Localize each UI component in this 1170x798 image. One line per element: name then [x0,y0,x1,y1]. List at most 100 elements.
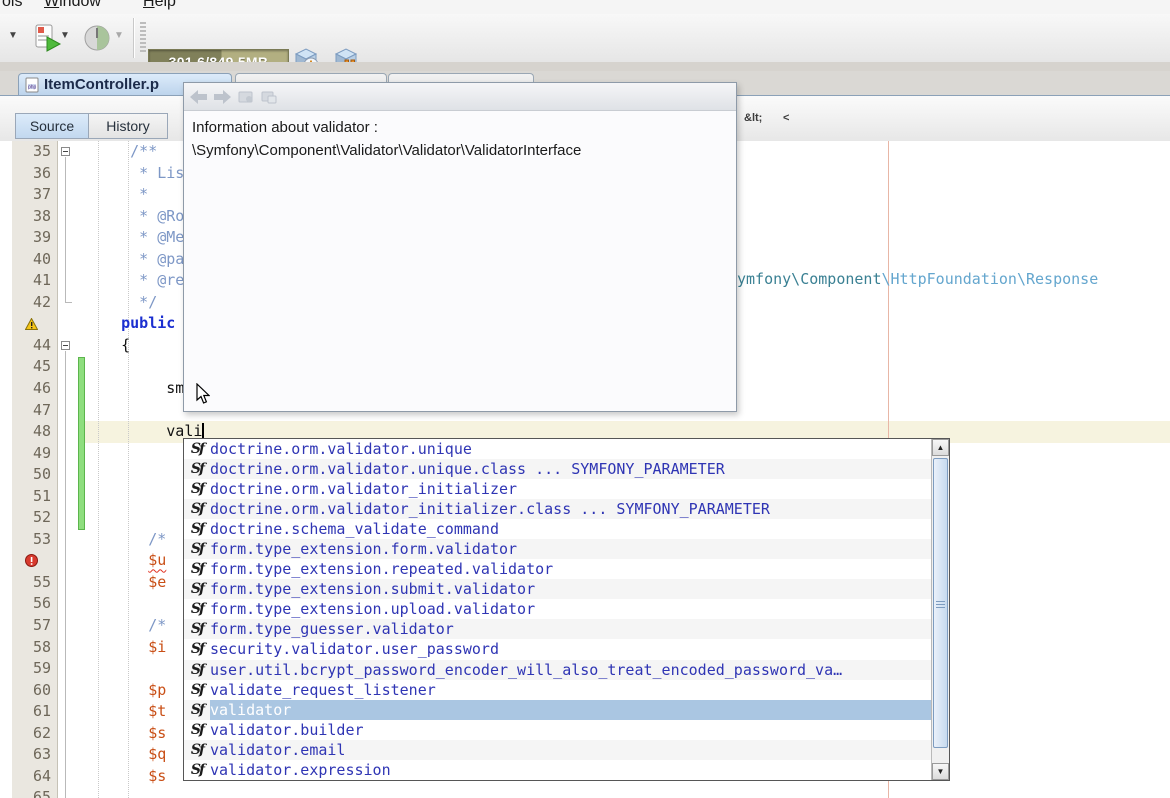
completion-item[interactable]: Sf doctrine.schema_validate_command [184,519,932,539]
external-browser-icon[interactable] [261,90,277,104]
line-number[interactable]: 37 [12,184,57,206]
completion-item[interactable]: Sf form.type_extension.form.validator [184,539,932,560]
line-number[interactable]: 39 [12,227,57,249]
completion-item-label: form.type_extension.submit.validator [210,580,536,599]
line-number[interactable]: 40 [12,249,57,271]
completion-item-label: form.type_extension.form.validator [210,540,518,559]
completion-item-label: validator [210,699,932,720]
line-number[interactable]: 65 [12,787,57,798]
line-number[interactable]: 62 [12,723,57,745]
symfony-icon: Sf [190,681,205,698]
completion-item[interactable]: Sf security.validator.user_password [184,639,932,659]
completion-scrollbar[interactable]: ▲ ▼ [931,439,949,780]
completion-item[interactable]: Sf doctrine.orm.validator.unique.class ..… [184,459,932,480]
completion-item[interactable]: Sf user.util.bcrypt_password_encoder_will… [184,659,932,680]
menu-item-help[interactable]: Help [143,0,176,11]
back-icon[interactable] [190,89,207,104]
line-number[interactable]: 46 [12,378,57,400]
source-button[interactable]: Source [15,113,89,139]
main-toolbar: ▼ ▼ ▼ 301.6/849.5MB [0,14,1170,74]
line-number[interactable]: 44 [12,335,57,357]
line-number[interactable]: 56 [12,593,57,615]
completion-item-label: doctrine.schema_validate_command [210,520,499,539]
lt-button[interactable]: < [783,112,789,124]
fold-toggle[interactable] [61,341,70,350]
fold-end-tick [65,302,72,303]
line-number[interactable]: 61 [12,701,57,723]
completion-item-label: validate_request_listener [210,680,436,699]
completion-item[interactable]: Sf validator.builder [184,720,932,740]
menu-item-window[interactable]: Window [44,0,101,11]
completion-item[interactable]: Sf doctrine.orm.validator_initializer [184,479,932,499]
symfony-icon: Sf [190,641,205,658]
line-number[interactable]: 64 [12,766,57,788]
completion-item[interactable]: Sf validate_request_listener [184,680,932,700]
line-number[interactable]: 50 [12,464,57,486]
line-number[interactable]: 58 [12,637,57,659]
escape-chars-button[interactable]: &lt; [744,112,762,124]
completion-item-label: doctrine.orm.validator.unique [210,440,472,458]
doc-popup-title: Information about validator : [192,119,378,136]
line-number[interactable]: 59 [12,658,57,680]
completion-item[interactable]: Sf doctrine.orm.validator_initializer.cla… [184,499,932,520]
run-file-icon[interactable] [33,23,63,53]
completion-item-label: form.type_extension.repeated.validator [210,560,554,579]
completion-item[interactable]: Sf form.type_extension.submit.validator [184,579,932,600]
symfony-icon: Sf [190,481,205,498]
line-number[interactable]: 35 [12,141,57,163]
completion-item[interactable]: Sf validator.email [184,739,932,760]
line-number[interactable]: 52 [12,507,57,529]
menu-item-ols[interactable]: ols [2,0,22,11]
line-number[interactable]: 60 [12,680,57,702]
symfony-icon: Sf [190,741,205,758]
completion-item-label: validator.email [210,740,346,759]
completion-item[interactable]: Sf form.type_guesser.validator [184,619,932,640]
line-number[interactable]: 42 [12,292,57,314]
doc-popup-toolbar [184,83,736,111]
line-number[interactable]: 55 [12,572,57,594]
scroll-thumb[interactable] [933,458,948,748]
gutter-numbers: 35 36 37 38 39 40 41 42 44 45 46 47 48 49 50 51 52 53 55 56… [12,141,57,798]
completion-item-label: validator.expression [210,760,391,779]
line-number[interactable]: 36 [12,163,57,185]
profiler-dropdown-icon[interactable]: ▼ [114,30,124,41]
warning-icon[interactable] [12,313,57,335]
forward-icon[interactable] [214,89,231,104]
completion-item-label: security.validator.user_password [210,640,499,659]
line-number[interactable]: 41 [12,270,57,292]
symfony-icon: Sf [190,621,205,638]
history-button[interactable]: History [89,113,168,139]
symfony-icon: Sf [190,721,205,738]
fold-toggle[interactable] [61,147,70,156]
svg-text:php: php [28,84,37,90]
line-number[interactable]: 57 [12,615,57,637]
completion-item[interactable]: Sf form.type_extension.repeated.validator [184,559,932,579]
completion-item[interactable]: Sf form.type_extension.upload.validator [184,599,932,619]
vcs-added-bar [78,356,85,530]
line-number[interactable]: 48 [12,421,57,443]
completion-item[interactable]: Sf doctrine.orm.validator.unique [184,439,932,459]
scroll-up-button[interactable]: ▲ [932,439,949,456]
scroll-down-button[interactable]: ▼ [932,763,949,780]
toolbar-dropdown-icon[interactable]: ▼ [8,30,18,41]
line-number[interactable]: 49 [12,443,57,465]
line-number[interactable]: 38 [12,206,57,228]
error-icon[interactable] [12,550,57,572]
show-doc-icon[interactable] [238,90,254,104]
doc-popup: Information about validator : \Symfony\C… [183,82,737,412]
code-line[interactable] [85,787,202,798]
completion-item-label: doctrine.orm.validator_initializer [210,480,518,499]
run-dropdown-icon[interactable]: ▼ [60,30,70,41]
line-number[interactable]: 53 [12,529,57,551]
completion-item-label: user.util.bcrypt_password_encoder_will_a… [210,660,843,679]
symfony-icon: Sf [190,441,205,457]
toolbar-drag-handle[interactable] [140,22,146,54]
completion-item[interactable]: Sf validator.expression [184,760,932,780]
line-number[interactable]: 51 [12,486,57,508]
profiler-gauge-icon[interactable] [82,23,112,53]
line-number[interactable]: 45 [12,356,57,378]
completion-item[interactable]: Sf validator [184,699,932,720]
line-number[interactable]: 63 [12,744,57,766]
line-number[interactable]: 47 [12,400,57,422]
symfony-icon: Sf [190,581,205,598]
